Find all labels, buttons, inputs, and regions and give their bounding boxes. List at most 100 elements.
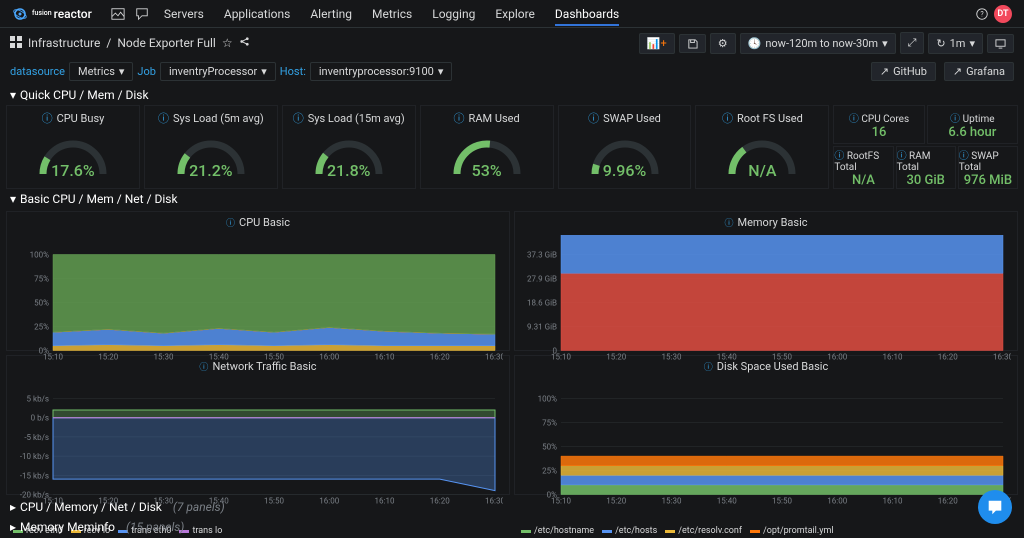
breadcrumb: Infrastructure / Node Exporter Full ☆: [10, 36, 250, 51]
svg-text:15:40: 15:40: [209, 353, 229, 362]
var-datasource-label: datasource: [10, 65, 65, 78]
info-icon: ⓘ: [42, 110, 53, 126]
chevron-down-icon: ▾: [882, 37, 888, 50]
nav-item-explore[interactable]: Explore: [495, 7, 535, 21]
svg-text:-15 kb/s: -15 kb/s: [20, 471, 49, 480]
var-datasource-select[interactable]: Metrics ▾: [69, 62, 133, 81]
nav-item-metrics[interactable]: Metrics: [372, 7, 412, 21]
cpu-basic-panel[interactable]: ⓘ CPU Basic0%25%50%75%100%15:1015:2015:3…: [6, 211, 510, 351]
svg-text:50%: 50%: [34, 299, 49, 308]
legend-item[interactable]: /opt/promtail.yml: [750, 526, 834, 536]
svg-text:16:00: 16:00: [827, 353, 847, 362]
svg-text:16:00: 16:00: [319, 353, 339, 362]
svg-text:15:30: 15:30: [154, 353, 174, 362]
var-host-select[interactable]: inventryprocessor:9100 ▾: [310, 62, 452, 81]
star-icon[interactable]: ☆: [222, 36, 233, 50]
svg-text:15:30: 15:30: [662, 497, 682, 506]
panel-title: ⓘ Memory Basic: [515, 212, 1017, 233]
svg-text:16:20: 16:20: [430, 497, 450, 506]
nav-item-dashboards[interactable]: Dashboards: [555, 7, 619, 26]
time-range-picker[interactable]: 🕓 now-120m to now-30m ▾: [740, 33, 896, 54]
variable-row: datasource Metrics ▾ Job inventryProcess…: [0, 58, 1024, 85]
cpu-cores-stat[interactable]: ⓘ CPU Cores16: [833, 105, 924, 144]
cpu-busy-gauge[interactable]: ⓘ CPU Busy 17.6%: [6, 105, 140, 189]
zoom-out-button[interactable]: ⤢: [900, 32, 925, 54]
var-job-label: Job: [137, 65, 156, 78]
avatar[interactable]: DT: [994, 5, 1012, 23]
intercom-chat-icon[interactable]: [978, 490, 1012, 524]
rootfs-gauge[interactable]: ⓘ Root FS Used N/A: [695, 105, 829, 189]
info-icon: ⓘ: [588, 110, 599, 126]
svg-text:15:50: 15:50: [772, 497, 792, 506]
legend-item[interactable]: /etc/hostname: [521, 526, 594, 536]
page-header: Infrastructure / Node Exporter Full ☆ 📊+…: [0, 28, 1024, 58]
panel-title: ⓘ CPU Basic: [7, 212, 509, 233]
legend-item[interactable]: /etc/resolv.conf: [665, 526, 742, 536]
svg-text:16:00: 16:00: [319, 497, 339, 506]
svg-text:25%: 25%: [34, 323, 49, 332]
grafana-link[interactable]: ↗ Grafana: [944, 62, 1014, 81]
row-quick-header[interactable]: ▾ Quick CPU / Mem / Disk: [0, 85, 1024, 105]
svg-text:15:20: 15:20: [606, 353, 626, 362]
image-icon[interactable]: [111, 7, 125, 21]
legend-item[interactable]: /etc/hosts: [602, 526, 657, 536]
var-job-select[interactable]: inventryProcessor ▾: [160, 62, 276, 81]
help-icon[interactable]: ?: [975, 7, 989, 21]
svg-text:16:30: 16:30: [993, 353, 1011, 362]
svg-text:15:20: 15:20: [98, 353, 118, 362]
nav-item-logging[interactable]: Logging: [432, 7, 475, 21]
gauge-value: 21.8%: [309, 161, 389, 180]
gauge-value: N/A: [722, 161, 802, 180]
panel-title: ⓘ Sys Load (15m avg): [293, 106, 405, 130]
svg-text:15:20: 15:20: [98, 497, 118, 506]
info-icon: ⓘ: [226, 216, 235, 229]
svg-text:-10 kb/s: -10 kb/s: [20, 452, 49, 461]
svg-text:15:40: 15:40: [209, 497, 229, 506]
tv-button[interactable]: [987, 34, 1014, 53]
github-link[interactable]: ↗ GitHub: [871, 62, 936, 81]
gauge-value: 53%: [447, 161, 527, 180]
svg-text:9.31 GiB: 9.31 GiB: [527, 323, 557, 332]
share-icon[interactable]: [239, 36, 250, 50]
svg-text:15:40: 15:40: [717, 353, 737, 362]
info-icon: ⓘ: [724, 216, 733, 229]
svg-text:-5 kb/s: -5 kb/s: [24, 433, 49, 442]
memory-basic-panel[interactable]: ⓘ Memory Basic09.31 GiB18.6 GiB27.9 GiB3…: [514, 211, 1018, 351]
swap-total-stat[interactable]: ⓘ SWAP Total976 MiB: [958, 146, 1018, 189]
info-icon: ⓘ: [454, 110, 465, 126]
panel-title: ⓘ Sys Load (5m avg): [158, 106, 264, 130]
load15-gauge[interactable]: ⓘ Sys Load (15m avg) 21.8%: [282, 105, 416, 189]
ram-total-stat[interactable]: ⓘ RAM Total30 GiB: [896, 146, 956, 189]
nav-item-alerting[interactable]: Alerting: [310, 7, 352, 21]
gauge-value: 21.2%: [171, 161, 251, 180]
breadcrumb-folder[interactable]: Infrastructure: [28, 36, 100, 50]
swap-gauge[interactable]: ⓘ SWAP Used 9.96%: [558, 105, 692, 189]
svg-text:15:10: 15:10: [43, 497, 63, 506]
svg-text:15:10: 15:10: [551, 353, 571, 362]
brand-prefix: fusion: [32, 10, 52, 17]
ram-gauge[interactable]: ⓘ RAM Used 53%: [420, 105, 554, 189]
svg-text:100%: 100%: [30, 251, 49, 260]
svg-text:16:20: 16:20: [430, 353, 450, 362]
svg-text:37.3 GiB: 37.3 GiB: [527, 251, 557, 260]
chat-icon[interactable]: [135, 7, 149, 21]
legend-item[interactable]: trans lo: [179, 526, 222, 536]
panel-title: ⓘ CPU Busy: [42, 106, 105, 130]
settings-button[interactable]: ⚙: [710, 33, 736, 54]
svg-text:75%: 75%: [34, 275, 49, 284]
save-button[interactable]: [679, 34, 706, 53]
info-icon: ⓘ: [293, 110, 304, 126]
svg-text:15:20: 15:20: [606, 497, 626, 506]
panel-title: ⓘ RAM Used: [454, 106, 520, 130]
breadcrumb-dashboard[interactable]: Node Exporter Full: [117, 36, 216, 50]
svg-text:15:30: 15:30: [662, 353, 682, 362]
uptime-stat[interactable]: ⓘ Uptime6.6 hour: [927, 105, 1018, 144]
nav-item-applications[interactable]: Applications: [224, 7, 290, 21]
brand-logo[interactable]: fusion reactor: [12, 6, 92, 22]
rootfs-total-stat[interactable]: ⓘ RootFS TotalN/A: [833, 146, 893, 189]
refresh-picker[interactable]: ↻ 1m ▾: [928, 33, 983, 54]
nav-item-servers[interactable]: Servers: [164, 7, 204, 21]
load5-gauge[interactable]: ⓘ Sys Load (5m avg) 21.2%: [144, 105, 278, 189]
row-basic-header[interactable]: ▾ Basic CPU / Mem / Net / Disk: [0, 189, 1024, 209]
add-panel-button[interactable]: 📊+: [639, 33, 675, 54]
